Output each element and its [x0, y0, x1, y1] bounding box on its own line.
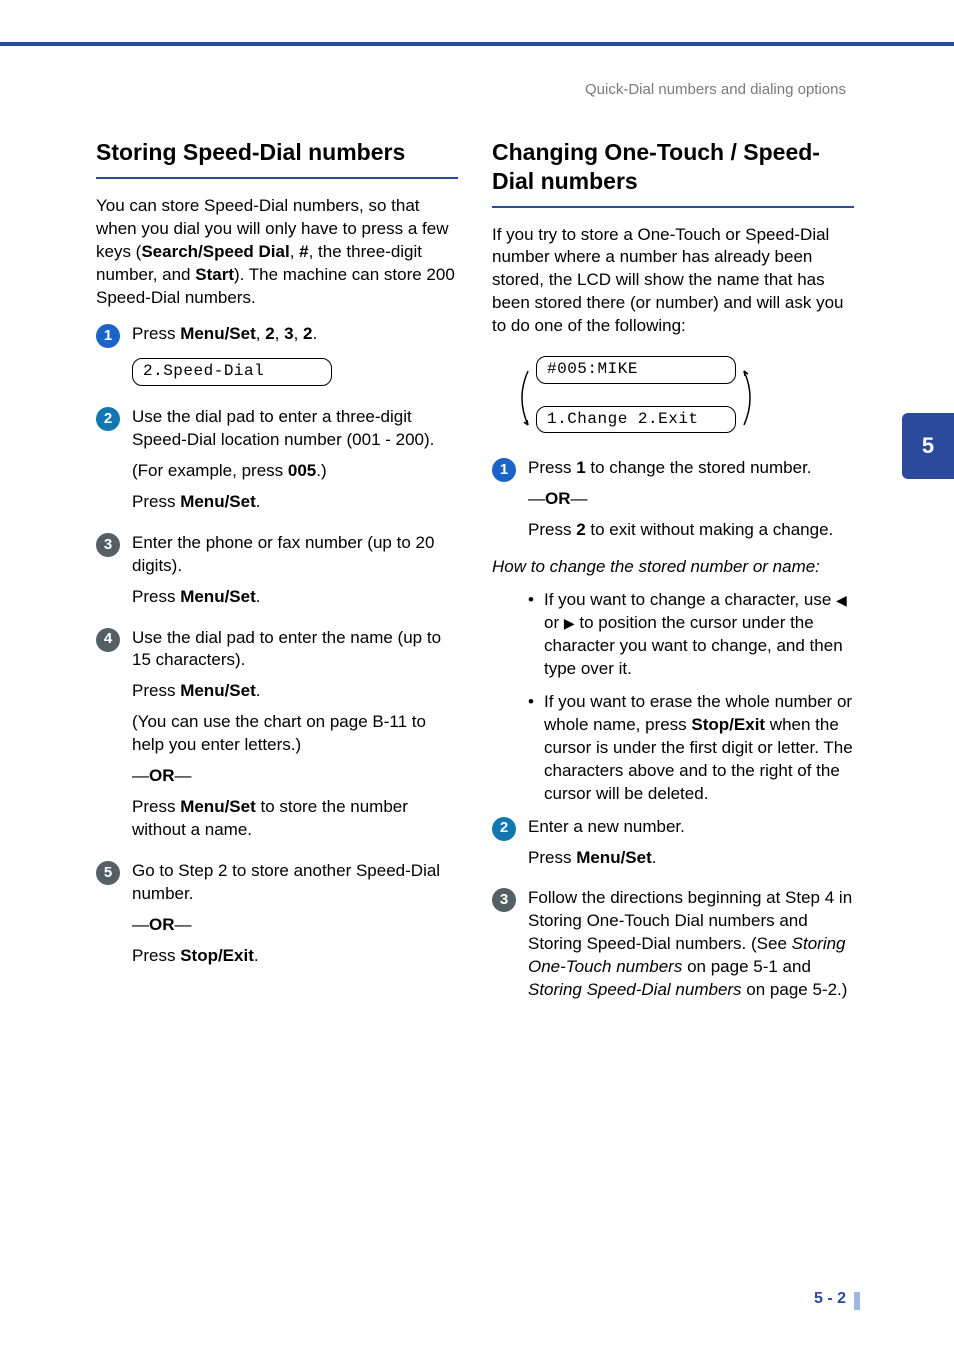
- howto-bullets: If you want to change a character, use ◀…: [528, 589, 854, 805]
- right-arrow-icon: ▶: [564, 615, 575, 631]
- r-step-badge-3: 3: [492, 888, 516, 912]
- page-number: 5 - 2: [814, 1288, 846, 1310]
- left-arrow-icon: ◀: [836, 592, 847, 608]
- content-columns: Storing Speed-Dial numbers You can store…: [96, 138, 854, 1016]
- step-1-body: Press Menu/Set, 2, 3, 2. 2.Speed-Dial: [132, 323, 458, 396]
- r-step-1: 1 Press 1 to change the stored number. —…: [492, 457, 854, 550]
- step-2-body: Use the dial pad to enter a three-digit …: [132, 406, 458, 522]
- lcd-entry-name: #005:MIKE: [536, 356, 736, 384]
- r-step-1-body: Press 1 to change the stored number. —OR…: [528, 457, 854, 550]
- heading-storing-speed-dial: Storing Speed-Dial numbers: [96, 138, 458, 179]
- lcd-speed-dial: 2.Speed-Dial: [132, 358, 332, 386]
- r-step-badge-2: 2: [492, 817, 516, 841]
- lcd-stack: #005:MIKE 1.Change 2.Exit: [514, 352, 854, 443]
- intro-paragraph: You can store Speed-Dial numbers, so tha…: [96, 195, 458, 310]
- heading-changing-numbers: Changing One-Touch / Speed-Dial numbers: [492, 138, 854, 208]
- cycle-arrow-left-icon: [514, 367, 530, 429]
- bullet-erase: If you want to erase the whole number or…: [528, 691, 854, 806]
- step-4-body: Use the dial pad to enter the name (up t…: [132, 627, 458, 851]
- step-2: 2 Use the dial pad to enter a three-digi…: [96, 406, 458, 522]
- r-step-badge-1: 1: [492, 458, 516, 482]
- r-step-3-body: Follow the directions beginning at Step …: [528, 887, 854, 1010]
- step-5-body: Go to Step 2 to store another Speed-Dial…: [132, 860, 458, 976]
- right-column: Changing One-Touch / Speed-Dial numbers …: [492, 138, 854, 1016]
- chapter-number: 5: [922, 431, 934, 461]
- step-4: 4 Use the dial pad to enter the name (up…: [96, 627, 458, 851]
- intro-right: If you try to store a One-Touch or Speed…: [492, 224, 854, 339]
- bullet-change-char: If you want to change a character, use ◀…: [528, 589, 854, 681]
- r-step-2: 2 Enter a new number. Press Menu/Set.: [492, 816, 854, 878]
- r-step-3: 3 Follow the directions beginning at Ste…: [492, 887, 854, 1010]
- step-3-body: Enter the phone or fax number (up to 20 …: [132, 532, 458, 617]
- step-badge-4: 4: [96, 628, 120, 652]
- step-3: 3 Enter the phone or fax number (up to 2…: [96, 532, 458, 617]
- howto-label: How to change the stored number or name:: [492, 556, 854, 579]
- running-header: Quick-Dial numbers and dialing options: [585, 80, 846, 100]
- cycle-arrow-right-icon: [742, 367, 758, 429]
- lcd-change-exit: 1.Change 2.Exit: [536, 406, 736, 434]
- chapter-tab: 5: [902, 413, 954, 479]
- step-badge-2: 2: [96, 407, 120, 431]
- step-badge-5: 5: [96, 861, 120, 885]
- r-step-2-body: Enter a new number. Press Menu/Set.: [528, 816, 854, 878]
- page-number-bar: [854, 1292, 860, 1310]
- step-5: 5 Go to Step 2 to store another Speed-Di…: [96, 860, 458, 976]
- step-badge-3: 3: [96, 533, 120, 557]
- step-badge-1: 1: [96, 324, 120, 348]
- left-column: Storing Speed-Dial numbers You can store…: [96, 138, 458, 1016]
- step-1: 1 Press Menu/Set, 2, 3, 2. 2.Speed-Dial: [96, 323, 458, 396]
- top-rule: [0, 42, 954, 46]
